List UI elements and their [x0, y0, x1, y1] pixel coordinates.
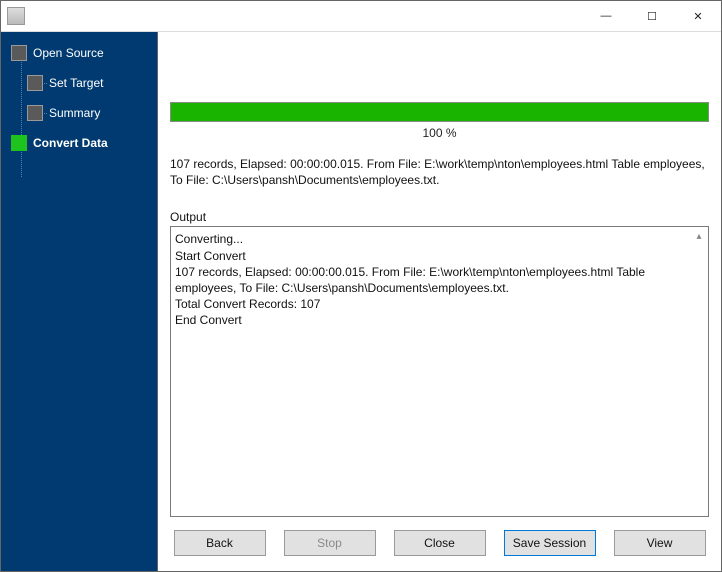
- step-label: Convert Data: [33, 136, 108, 150]
- title-bar: — ☐ ✕: [1, 1, 721, 32]
- step-convert-data[interactable]: Convert Data: [11, 132, 157, 154]
- window-close-button[interactable]: ✕: [675, 1, 721, 31]
- output-log[interactable]: ▴ Converting...Start Convert107 records,…: [170, 226, 709, 517]
- summary-line: To File: C:\Users\pansh\Documents\employ…: [170, 172, 709, 188]
- scroll-up-icon[interactable]: ▴: [692, 229, 706, 243]
- back-button[interactable]: Back: [174, 530, 266, 556]
- output-lines: Converting...Start Convert107 records, E…: [175, 231, 690, 328]
- progress-bar: [170, 102, 709, 122]
- step-marker-icon: [11, 45, 27, 61]
- main-panel: 100 % 107 records, Elapsed: 00:00:00.015…: [157, 32, 721, 571]
- step-set-target[interactable]: Set Target: [27, 72, 157, 94]
- step-summary[interactable]: Summary: [27, 102, 157, 124]
- wizard-steps-tree: Open Source Set Target Summary Convert D…: [1, 42, 157, 154]
- tree-connector: [21, 62, 22, 177]
- step-marker-icon: [27, 75, 43, 91]
- step-label: Set Target: [49, 76, 103, 90]
- output-line: Total Convert Records: 107: [175, 296, 690, 312]
- step-marker-icon: [11, 135, 27, 151]
- maximize-button[interactable]: ☐: [629, 1, 675, 31]
- close-button[interactable]: Close: [394, 530, 486, 556]
- save-session-button[interactable]: Save Session: [504, 530, 596, 556]
- step-label: Summary: [49, 106, 100, 120]
- output-label: Output: [170, 210, 709, 224]
- stop-button: Stop: [284, 530, 376, 556]
- progress-fill: [171, 103, 708, 121]
- view-button[interactable]: View: [614, 530, 706, 556]
- summary-line: 107 records, Elapsed: 00:00:00.015. From…: [170, 156, 709, 172]
- output-line: Start Convert: [175, 248, 690, 264]
- output-line: End Convert: [175, 312, 690, 328]
- progress-section: 100 %: [170, 102, 709, 140]
- output-line: Converting...: [175, 231, 690, 247]
- app-window: — ☐ ✕ Open Source Set Target: [0, 0, 722, 572]
- app-icon: [7, 7, 25, 25]
- wizard-sidebar: Open Source Set Target Summary Convert D…: [1, 32, 157, 571]
- wizard-button-row: Back Stop Close Save Session View: [170, 523, 709, 563]
- window-controls: — ☐ ✕: [583, 1, 721, 31]
- window-body: Open Source Set Target Summary Convert D…: [1, 32, 721, 571]
- step-label: Open Source: [33, 46, 104, 60]
- progress-label: 100 %: [170, 126, 709, 140]
- step-marker-icon: [27, 105, 43, 121]
- conversion-summary: 107 records, Elapsed: 00:00:00.015. From…: [170, 156, 709, 188]
- output-line: 107 records, Elapsed: 00:00:00.015. From…: [175, 264, 690, 296]
- step-open-source[interactable]: Open Source: [11, 42, 157, 64]
- minimize-button[interactable]: —: [583, 1, 629, 31]
